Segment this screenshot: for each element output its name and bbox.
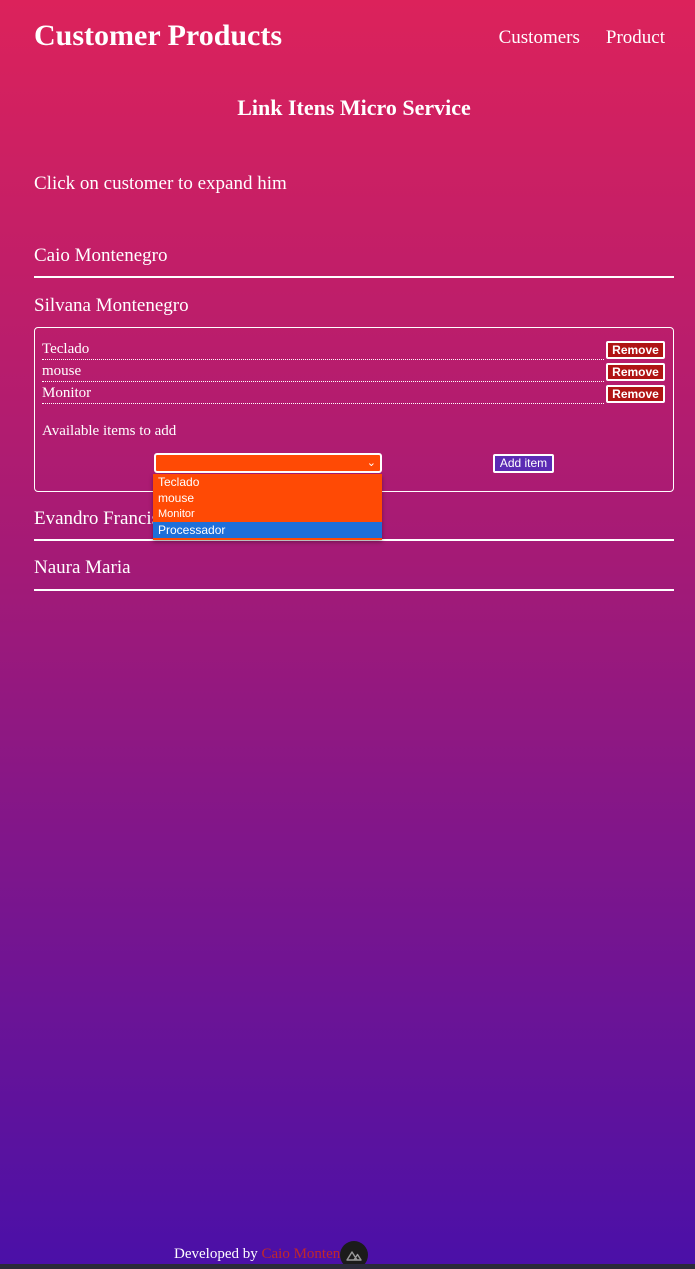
remove-item-button[interactable]: Remove — [606, 363, 665, 381]
instructions-text: Click on customer to expand him — [34, 173, 287, 194]
available-items-label: Available items to add — [42, 423, 177, 439]
top-navbar: Customer Products Customers Product — [0, 0, 695, 75]
linked-item-row: mouse — [42, 361, 604, 382]
chevron-down-icon: ⌄ — [366, 456, 376, 469]
select-dropdown-list: Teclado mouse Monitor Processador — [153, 474, 382, 540]
linked-item-label: Teclado — [42, 341, 90, 357]
customer-divider — [34, 589, 674, 591]
page-subtitle: Link Itens Micro Service — [237, 95, 471, 120]
customer-divider — [34, 276, 674, 278]
linked-item-label: Monitor — [42, 385, 92, 401]
customer-silvana-montenegro[interactable]: Silvana Montenegro — [34, 294, 674, 318]
select-option-processador[interactable]: Processador — [153, 522, 382, 538]
linked-item-label: mouse — [42, 363, 82, 379]
linked-item-row: Teclado — [42, 339, 604, 360]
nav-link-customers[interactable]: Customers — [499, 26, 580, 50]
footer-prefix: Developed by — [174, 1246, 258, 1262]
footer-credit: Developed by Caio Monten — [174, 1244, 340, 1264]
footer-author-link[interactable]: Caio Monten — [261, 1246, 340, 1262]
customer-caio-montenegro[interactable]: Caio Montenegro — [34, 244, 674, 268]
remove-item-button[interactable]: Remove — [606, 341, 665, 359]
select-option-mouse[interactable]: mouse — [153, 490, 382, 506]
linked-item-row: Monitor — [42, 383, 604, 404]
available-items-select[interactable]: ⌄ — [154, 453, 382, 473]
nav-link-product[interactable]: Product — [606, 26, 665, 50]
customer-naura-maria[interactable]: Naura Maria — [34, 556, 674, 580]
add-item-button[interactable]: Add item — [493, 454, 554, 473]
select-option-teclado[interactable]: Teclado — [153, 474, 382, 490]
remove-item-button[interactable]: Remove — [606, 385, 665, 403]
nav-links: Customers Product — [499, 26, 665, 50]
select-option-monitor[interactable]: Monitor — [153, 506, 382, 522]
bottom-edge — [0, 1264, 695, 1269]
customer-items-panel: Teclado Remove mouse Remove Monitor Remo… — [34, 327, 674, 492]
app-title[interactable]: Customer Products — [34, 16, 282, 56]
